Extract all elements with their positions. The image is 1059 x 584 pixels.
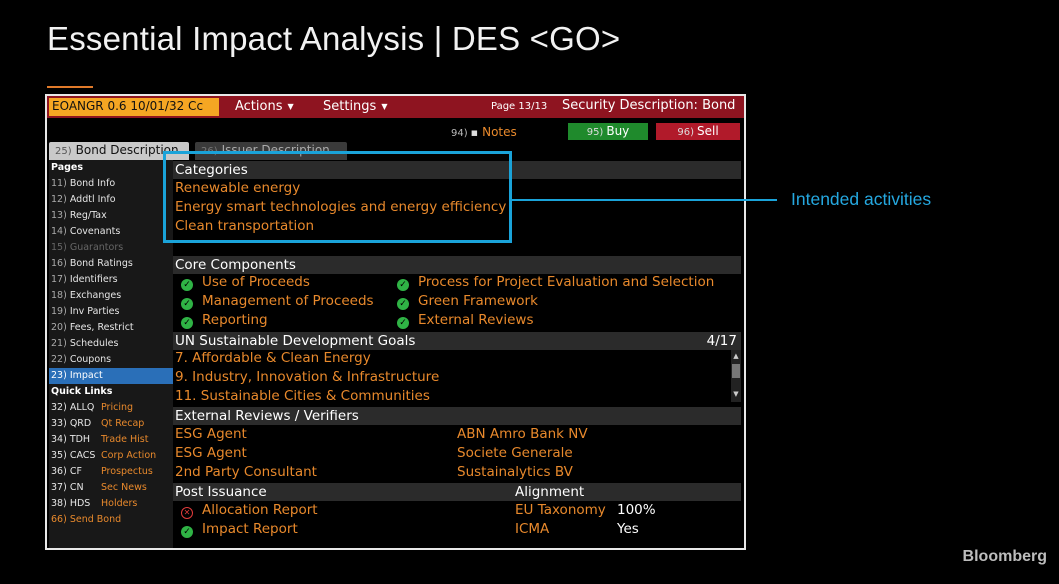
scroll-thumb[interactable] (732, 364, 740, 378)
buy-button[interactable]: 95) Buy (568, 123, 648, 140)
sell-button[interactable]: 96) Sell (656, 123, 740, 140)
sidebar-item-reg-tax[interactable]: 13) Reg/Tax (49, 208, 173, 224)
scroll-down-icon[interactable]: ▼ (732, 390, 740, 398)
post-issuance-heading: Post Issuance Alignment (173, 483, 741, 501)
reviewer-name: ABN Amro Bank NV (457, 426, 588, 442)
quick-link-hds[interactable]: 38) HDS Holders (49, 496, 173, 512)
sdg-count: 4/17 (706, 333, 737, 349)
sidebar-item-guarantors: 15) Guarantors (51, 242, 124, 253)
callout-connector-line (512, 199, 777, 201)
tab-number: 25) (55, 146, 72, 157)
post-issuance-item: ✕ Allocation Report (181, 502, 318, 519)
reviewer-type: ESG Agent (175, 445, 247, 461)
check-icon: ✓ (181, 298, 193, 310)
scroll-up-icon[interactable]: ▲ (732, 352, 740, 360)
sidebar-item-addtl-info[interactable]: 12) Addtl Info (49, 192, 173, 208)
core-component-item: ✓ Use of Proceeds (181, 274, 310, 291)
caret-down-icon: ▼ (287, 102, 294, 111)
sell-label: Sell (696, 124, 719, 138)
check-icon: ✓ (181, 279, 193, 291)
sidebar-item-covenants[interactable]: 14) Covenants (49, 224, 173, 240)
sidebar-item-coupons[interactable]: 22) Coupons (49, 352, 173, 368)
quick-links-heading: Quick Links (51, 386, 113, 397)
check-icon: ✓ (181, 317, 193, 329)
notes-icon: ▪ (470, 126, 479, 139)
check-icon: ✓ (397, 317, 409, 329)
notes-button[interactable]: 94) ▪ Notes (451, 125, 517, 139)
caret-down-icon: ▼ (381, 102, 388, 111)
sdg-item: 11. Sustainable Cities & Communities (175, 388, 430, 404)
pages-heading: Pages (51, 162, 84, 173)
alignment-value: 100% (617, 502, 656, 518)
check-icon: ✓ (181, 526, 193, 538)
x-circle-icon: ✕ (181, 507, 193, 519)
actions-label: Actions (235, 99, 283, 114)
settings-label: Settings (323, 99, 377, 114)
quick-link-cn[interactable]: 37) CN Sec News (49, 480, 173, 496)
reviewer-name: Sustainalytics BV (457, 464, 573, 480)
sidebar: Pages 11) Bond Info 12) Addtl Info 13) R… (49, 160, 173, 548)
alignment-label: EU Taxonomy (515, 502, 606, 518)
reviewer-type: ESG Agent (175, 426, 247, 442)
quick-link-allq[interactable]: 32) ALLQ Pricing (49, 400, 173, 416)
notes-label: Notes (482, 125, 517, 139)
alignment-label: ICMA (515, 521, 550, 537)
quick-link-qrd[interactable]: 33) QRD Qt Recap (49, 416, 173, 432)
check-icon: ✓ (397, 279, 409, 291)
sidebar-item-inv-parties[interactable]: 19) Inv Parties (49, 304, 173, 320)
settings-menu-button[interactable]: Settings ▼ (315, 98, 395, 116)
post-issuance-item: ✓ Impact Report (181, 521, 298, 538)
sidebar-item-bond-ratings[interactable]: 16) Bond Ratings (49, 256, 173, 272)
sidebar-item-impact[interactable]: 23) Impact (49, 368, 173, 384)
sdg-heading: UN Sustainable Development Goals 4/17 (173, 332, 741, 350)
reviewer-type: 2nd Party Consultant (175, 464, 317, 480)
sdg-item: 9. Industry, Innovation & Infrastructure (175, 369, 440, 385)
buy-number: 95) (586, 127, 604, 138)
quick-link-cacs[interactable]: 35) CACS Corp Action (49, 448, 173, 464)
sdg-item: 7. Affordable & Clean Energy (175, 350, 371, 366)
callout-label: Intended activities (791, 189, 932, 209)
buy-label: Buy (606, 124, 630, 138)
title-underline (47, 86, 93, 88)
core-component-item: ✓ Process for Project Evaluation and Sele… (397, 274, 714, 291)
core-component-item: ✓ Reporting (181, 312, 268, 329)
sell-number: 96) (677, 127, 694, 138)
quick-link-tdh[interactable]: 34) TDH Trade Hist (49, 432, 173, 448)
sidebar-item-bond-info[interactable]: 11) Bond Info (49, 176, 173, 192)
slide-title: Essential Impact Analysis | DES <GO> (47, 20, 621, 57)
send-bond-link[interactable]: 66) Send Bond (49, 512, 173, 528)
page-indicator: Page 13/13 (491, 101, 548, 112)
check-icon: ✓ (397, 298, 409, 310)
sidebar-item-exchanges[interactable]: 18) Exchanges (49, 288, 173, 304)
sidebar-item-identifiers[interactable]: 17) Identifiers (49, 272, 173, 288)
screen-title: Security Description: Bond (562, 98, 736, 113)
actions-menu-button[interactable]: Actions ▼ (227, 98, 302, 116)
callout-highlight-box (163, 151, 512, 243)
alignment-value: Yes (617, 521, 639, 537)
core-component-item: ✓ External Reviews (397, 312, 534, 329)
reviewer-name: Societe Generale (457, 445, 573, 461)
brand-logo: Bloomberg (962, 548, 1047, 565)
core-component-item: ✓ Management of Proceeds (181, 293, 374, 310)
sdg-scrollbar[interactable]: ▲ ▼ (731, 350, 741, 402)
core-component-item: ✓ Green Framework (397, 293, 538, 310)
external-reviews-heading: External Reviews / Verifiers (173, 407, 741, 425)
core-components-heading: Core Components (173, 256, 741, 274)
quick-link-cf[interactable]: 36) CF Prospectus (49, 464, 173, 480)
ticker-field[interactable]: EOANGR 0.6 10/01/32 Cc (49, 98, 219, 116)
sidebar-item-fees-restrict[interactable]: 20) Fees, Restrict (49, 320, 173, 336)
alignment-heading: Alignment (515, 484, 585, 500)
notes-number: 94) (451, 128, 468, 139)
terminal-topbar: EOANGR 0.6 10/01/32 Cc Actions ▼ Settings… (47, 96, 744, 118)
sidebar-item-schedules[interactable]: 21) Schedules (49, 336, 173, 352)
